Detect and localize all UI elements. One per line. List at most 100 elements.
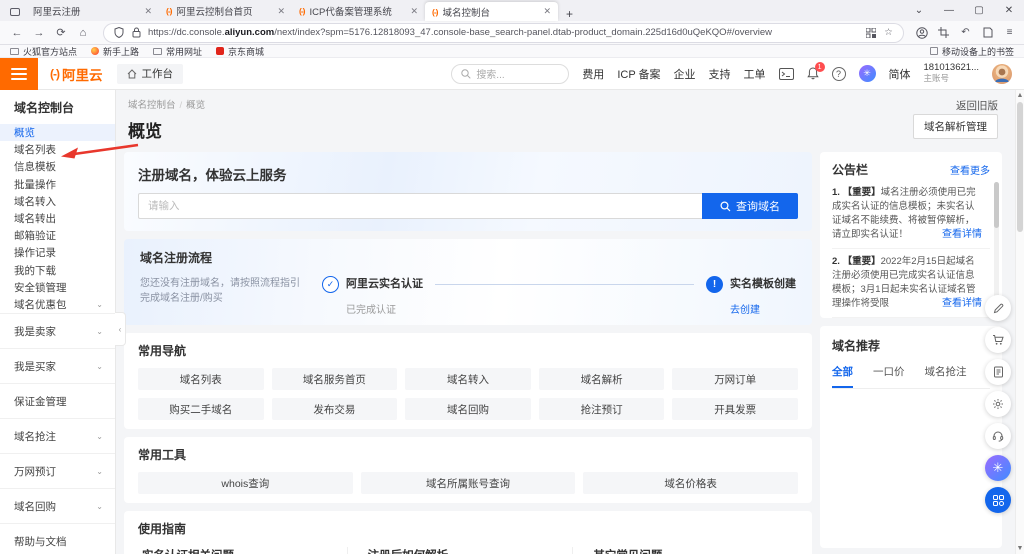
sidebar-item-batch-ops[interactable]: 批量操作 — [0, 176, 115, 193]
recommend-tab-fixed-price[interactable]: 一口价 — [873, 364, 905, 388]
tab-close-icon[interactable]: ✕ — [144, 6, 152, 17]
contract-doc-icon[interactable] — [985, 359, 1011, 385]
firefox-view-icon[interactable] — [4, 3, 26, 21]
library-icon[interactable] — [981, 26, 994, 39]
domain-search-button[interactable]: 查询域名 — [702, 193, 798, 219]
sidebar-item-wanwang-reserve[interactable]: 万网预订 ⌄ — [0, 453, 115, 488]
qr-translate-icon[interactable] — [864, 26, 877, 39]
scroll-up-icon[interactable]: ▲ — [1016, 92, 1024, 99]
browser-tab-2[interactable]: (-) 阿里云控制台首页 ✕ — [159, 1, 292, 21]
sidebar-item-transfer-out[interactable]: 域名转出 — [0, 210, 115, 227]
announcements-scrollbar[interactable] — [994, 182, 999, 310]
bookmark-item[interactable]: 火狐官方站点 — [10, 45, 77, 58]
quicknav-buy-secondhand[interactable]: 购买二手域名 — [138, 398, 264, 420]
sidebar-collapse-button[interactable]: ‹ — [115, 312, 126, 346]
nav-icp[interactable]: ICP 备案 — [617, 66, 660, 82]
shield-icon[interactable] — [112, 26, 125, 39]
settings-gear-icon[interactable] — [985, 391, 1011, 417]
quicknav-dns[interactable]: 域名解析 — [538, 368, 665, 390]
sidebar-item-deposit[interactable]: 保证金管理 — [0, 383, 115, 418]
page-scrollbar[interactable]: ▲ ▼ — [1015, 90, 1024, 554]
screenshot-icon[interactable] — [937, 26, 950, 39]
dns-manage-button[interactable]: 域名解析管理 — [913, 114, 998, 139]
home-button[interactable]: ⌂ — [74, 27, 92, 39]
create-template-link[interactable]: 去创建 — [730, 301, 796, 316]
avatar[interactable] — [992, 63, 1012, 84]
sidebar-item-backorder[interactable]: 域名抢注 ⌄ — [0, 418, 115, 453]
sidebar-item-help-docs[interactable]: 帮助与文档 — [0, 523, 115, 554]
tool-whois[interactable]: whois查询 — [138, 472, 353, 494]
ai-assistant-icon[interactable]: ✳ — [858, 65, 876, 82]
browser-tab-4-active[interactable]: (-) 域名控制台 ✕ — [425, 2, 558, 21]
product-menu-button[interactable] — [0, 57, 38, 90]
sidebar-item-buyback[interactable]: 域名回购 ⌄ — [0, 488, 115, 523]
quicknav-publish-trade[interactable]: 发布交易 — [271, 398, 398, 420]
bookmark-item[interactable]: 常用网址 — [153, 45, 202, 58]
sidebar-item-overview[interactable]: 概览 — [0, 124, 115, 142]
quicknav-buyback[interactable]: 域名回购 — [405, 398, 531, 420]
browser-tab-1[interactable]: 阿里云注册 ✕ — [26, 1, 159, 21]
view-detail-link[interactable]: 查看详情 — [942, 228, 982, 242]
recommend-tab-all[interactable]: 全部 — [832, 364, 853, 388]
quicknav-backorder[interactable]: 抢注预订 — [538, 398, 665, 420]
quicknav-wanwang-orders[interactable]: 万网订单 — [672, 368, 798, 390]
browser-tab-3[interactable]: (-) ICP代备案管理系统 ✕ — [292, 1, 425, 21]
aliyun-logo[interactable]: (-) 阿里云 — [50, 64, 103, 84]
sidebar-item-transfer-in[interactable]: 域名转入 — [0, 193, 115, 210]
bookmark-item[interactable]: 新手上路 — [91, 45, 139, 58]
tool-price-list[interactable]: 域名价格表 — [583, 472, 798, 494]
sidebar-item-security-lock[interactable]: 安全锁管理 — [0, 279, 115, 296]
sidebar-item-my-downloads[interactable]: 我的下载 — [0, 262, 115, 279]
window-maximize-button[interactable]: ▢ — [964, 0, 994, 21]
view-detail-link[interactable]: 查看详情 — [942, 297, 982, 311]
console-search-input[interactable]: 搜索... — [451, 63, 570, 84]
url-bar[interactable]: https://dc.console.aliyun.com/next/index… — [104, 23, 903, 42]
bookmark-star-icon[interactable]: ☆ — [882, 26, 895, 39]
workbench-button[interactable]: 工作台 — [116, 63, 183, 84]
cloudshell-icon[interactable] — [778, 67, 794, 80]
window-close-button[interactable]: ✕ — [994, 0, 1024, 21]
ai-assistant-icon[interactable]: ✳ — [985, 455, 1011, 481]
view-more-link[interactable]: 查看更多 — [950, 162, 990, 177]
new-tab-button[interactable]: + — [566, 7, 573, 21]
recommend-tab-backorder[interactable]: 域名抢注 — [925, 364, 967, 388]
sidebar-item-op-log[interactable]: 操作记录 — [0, 244, 115, 261]
notifications-bell-icon[interactable]: 1 — [806, 62, 825, 80]
window-minimize-button[interactable]: — — [934, 0, 964, 21]
menu-hamburger-icon[interactable]: ≡ — [1003, 26, 1016, 39]
mobile-bookmarks[interactable]: 移动设备上的书签 — [929, 45, 1014, 58]
quicknav-domain-list[interactable]: 域名列表 — [138, 368, 264, 390]
return-old-version-link[interactable]: 返回旧版 — [956, 98, 998, 113]
scrollbar-thumb[interactable] — [1017, 102, 1023, 232]
tab-close-icon[interactable]: ✕ — [543, 6, 551, 17]
domain-search-input[interactable] — [138, 193, 702, 219]
forward-button[interactable]: → — [30, 27, 48, 39]
quicknav-transfer-in[interactable]: 域名转入 — [405, 368, 531, 390]
tab-close-icon[interactable]: ✕ — [410, 6, 418, 17]
apps-grid-icon[interactable] — [985, 487, 1011, 513]
nav-billing[interactable]: 费用 — [582, 66, 604, 82]
tab-list-dropdown-icon[interactable]: ⌄ — [904, 0, 934, 21]
quicknav-invoice[interactable]: 开具发票 — [672, 398, 798, 420]
sidebar-item-email-verify[interactable]: 邮箱验证 — [0, 227, 115, 244]
sidebar-item-discount-pack[interactable]: 域名优惠包 ⌄ — [0, 296, 115, 313]
cart-icon[interactable] — [985, 327, 1011, 353]
scroll-down-icon[interactable]: ▼ — [1016, 545, 1024, 552]
bookmark-item[interactable]: 京东商城 — [216, 45, 264, 58]
history-undo-icon[interactable]: ↶ — [959, 26, 972, 39]
nav-support[interactable]: 支持 — [709, 66, 731, 82]
reload-button[interactable]: ⟳ — [52, 26, 70, 39]
account-icon[interactable] — [915, 26, 928, 39]
tool-account-lookup[interactable]: 域名所属账号查询 — [360, 472, 576, 494]
support-headset-icon[interactable] — [985, 423, 1011, 449]
nav-enterprise[interactable]: 企业 — [674, 66, 696, 82]
tab-close-icon[interactable]: ✕ — [277, 6, 285, 17]
breadcrumb-root[interactable]: 域名控制台 — [128, 100, 176, 111]
nav-tickets[interactable]: 工单 — [744, 66, 766, 82]
feedback-pencil-icon[interactable] — [985, 295, 1011, 321]
sidebar-item-seller[interactable]: 我是卖家 ⌄ — [0, 313, 115, 348]
back-button[interactable]: ← — [8, 27, 26, 39]
lock-icon[interactable] — [130, 26, 143, 39]
help-icon[interactable]: ? — [831, 66, 846, 81]
account-info[interactable]: 181013621... 主账号 — [924, 62, 979, 84]
